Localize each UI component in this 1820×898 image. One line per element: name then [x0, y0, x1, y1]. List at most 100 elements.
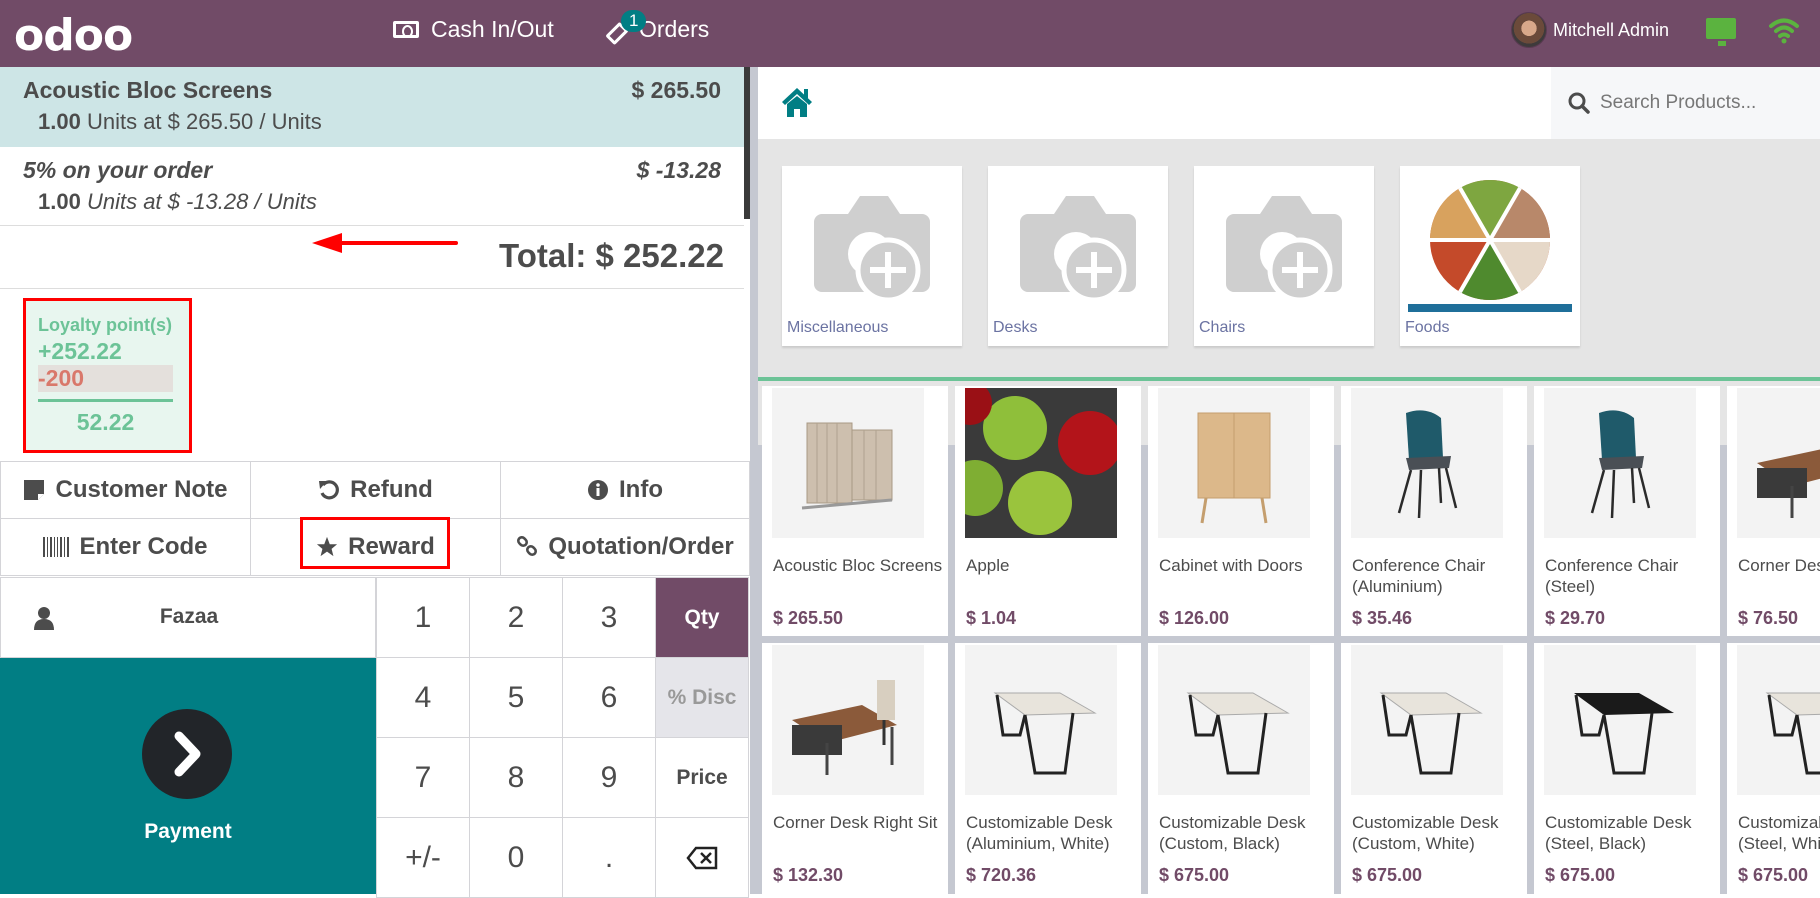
order-line-reward[interactable]: 5% on your order $ -13.28 1.00 Units at …: [0, 147, 744, 225]
product-name: Corner Desk Right Sit: [773, 813, 938, 832]
food-image: [1408, 179, 1572, 312]
customer-name: Fazaa: [159, 605, 219, 628]
product-card[interactable]: Customizable Desk (Aluminium, White) $ 72…: [955, 643, 1141, 894]
product-card[interactable]: Customizable Desk (Custom, Black) $ 675.0…: [1148, 643, 1334, 894]
numpad-area: Fazaa Payment 1 2 3 Qty 4 5 6% Disc 7 8 9 Price +/-…: [0, 577, 750, 898]
payment-circle: [142, 709, 232, 799]
info-button[interactable]: Info: [500, 461, 750, 519]
numpad-key-0[interactable]: 0: [469, 817, 563, 898]
refund-button[interactable]: Refund: [250, 461, 501, 519]
wifi-icon[interactable]: [1768, 14, 1800, 46]
product-card[interactable]: Cabinet with Doors $ 126.00: [1148, 386, 1334, 636]
product-card[interactable]: Conference Chair (Steel) $ 29.70: [1534, 386, 1720, 636]
product-image: [772, 645, 924, 795]
barcode-icon: [43, 537, 70, 557]
divider: [0, 288, 744, 289]
enter-code-button[interactable]: Enter Code: [0, 518, 251, 576]
search-products-input[interactable]: [1600, 92, 1820, 114]
category-name: Foods: [1405, 319, 1450, 336]
monitor-icon[interactable]: [1706, 18, 1736, 46]
annotation-arrow-icon: [312, 233, 458, 253]
order-lines: Acoustic Bloc Screens $ 265.50 1.00 Unit…: [0, 67, 744, 225]
numpad-key-3[interactable]: 3: [562, 577, 656, 658]
orders-count-badge: 1: [621, 10, 647, 32]
reward-label: Reward: [348, 533, 435, 560]
order-line-qty: 1.00: [38, 109, 81, 134]
product-card[interactable]: Corner Desk Right Sit $ 132.30: [762, 643, 948, 894]
camera-placeholder-icon: [1020, 196, 1136, 303]
numpad-key-qty[interactable]: Qty: [655, 577, 749, 658]
loyalty-points-spent: -200: [38, 365, 173, 392]
note-icon: [24, 480, 45, 500]
product-image: [772, 388, 924, 538]
order-line[interactable]: Acoustic Bloc Screens $ 265.50 1.00 Unit…: [0, 67, 744, 147]
category-name: Miscellaneous: [787, 319, 889, 336]
backspace-key[interactable]: [655, 817, 749, 898]
numpad-key-plus-minus[interactable]: +/-: [376, 817, 470, 898]
cash-in-out-button[interactable]: Cash In/Out: [393, 16, 554, 43]
product-name: Customizable Desk (Steel, White): [1738, 813, 1820, 853]
order-line-info: 1.00 Units at $ -13.28 / Units: [38, 189, 721, 215]
avatar: [1511, 12, 1547, 48]
chevron-right-icon: [174, 731, 201, 777]
product-price: $ 675.00: [1738, 865, 1809, 885]
payment-label: Payment: [144, 820, 232, 843]
order-line-info: 1.00 Units at $ 265.50 / Units: [38, 109, 721, 135]
set-customer-button[interactable]: Fazaa: [0, 577, 376, 658]
product-name: Apple: [966, 556, 1010, 575]
orders-button[interactable]: 1 Orders: [605, 10, 710, 46]
order-line-qty: 1.00: [38, 189, 81, 214]
category-desks[interactable]: Desks: [988, 166, 1168, 346]
product-card[interactable]: Conference Chair (Aluminium) $ 35.46: [1341, 386, 1527, 636]
numpad-key-5[interactable]: 5: [469, 657, 563, 738]
link-icon: [517, 536, 538, 557]
numpad-key-decimal[interactable]: .: [562, 817, 656, 898]
product-card[interactable]: Customizable Desk (Custom, White) $ 675.0…: [1341, 643, 1527, 894]
product-name: Conference Chair (Steel): [1545, 556, 1679, 596]
numpad-key-6[interactable]: 6: [562, 657, 656, 738]
refund-label: Refund: [350, 476, 433, 503]
user-menu[interactable]: Mitchell Admin: [1511, 12, 1669, 48]
numpad-key-1[interactable]: 1: [376, 577, 470, 658]
product-card[interactable]: Customizable Desk (Steel, Black) $ 675.00: [1534, 643, 1720, 894]
camera-placeholder-icon: [1226, 196, 1342, 303]
category-chairs[interactable]: Chairs: [1194, 166, 1374, 346]
numpad-key-disc[interactable]: % Disc: [655, 657, 749, 738]
order-line-name: Acoustic Bloc Screens: [23, 77, 273, 103]
product-card[interactable]: Corner Desk Left Sit $ 76.50: [1727, 386, 1820, 636]
product-image: [1351, 645, 1503, 795]
order-line-unit-info: Units at $ -13.28 / Units: [86, 189, 317, 214]
product-card[interactable]: Apple $ 1.04: [955, 386, 1141, 636]
quotation-order-button[interactable]: Quotation/Order: [500, 518, 750, 576]
product-price: $ 675.00: [1352, 865, 1423, 885]
product-name: Conference Chair (Aluminium): [1352, 556, 1486, 596]
numpad-key-9[interactable]: 9: [562, 737, 656, 818]
numpad-key-4[interactable]: 4: [376, 657, 470, 738]
category-miscellaneous[interactable]: Miscellaneous: [782, 166, 962, 346]
numpad-key-2[interactable]: 2: [469, 577, 563, 658]
top-navbar: odoo Cash In/Out 1 Orders Mitchell Admin: [0, 0, 1820, 67]
payment-button[interactable]: Payment: [0, 658, 376, 894]
numpad-key-7[interactable]: 7: [376, 737, 470, 818]
customer-note-button[interactable]: Customer Note: [0, 461, 251, 519]
category-foods[interactable]: Foods: [1400, 166, 1580, 346]
undo-icon: [319, 480, 340, 500]
odoo-logo[interactable]: odoo: [14, 10, 133, 61]
order-panel: Acoustic Bloc Screens $ 265.50 1.00 Unit…: [0, 67, 750, 898]
product-card[interactable]: Acoustic Bloc Screens $ 265.50: [762, 386, 948, 636]
numpad-key-8[interactable]: 8: [469, 737, 563, 818]
product-card[interactable]: Customizable Desk (Steel, White) $ 675.00: [1727, 643, 1820, 894]
info-circle-icon: [588, 480, 608, 500]
product-name: Customizable Desk (Custom, White): [1352, 813, 1499, 853]
product-name: Customizable Desk (Steel, Black): [1545, 813, 1692, 853]
numpad-key-price[interactable]: Price: [655, 737, 749, 818]
product-price: $ 675.00: [1545, 865, 1616, 885]
orders-label: Orders: [639, 16, 710, 42]
product-toolbar: [758, 67, 1820, 139]
divider: [0, 225, 744, 226]
product-price: $ 1.04: [966, 608, 1017, 628]
reward-button[interactable]: Reward: [250, 518, 501, 576]
divider: [758, 377, 1820, 381]
home-icon[interactable]: [780, 85, 814, 119]
loyalty-points-balance: 52.22: [76, 409, 135, 435]
